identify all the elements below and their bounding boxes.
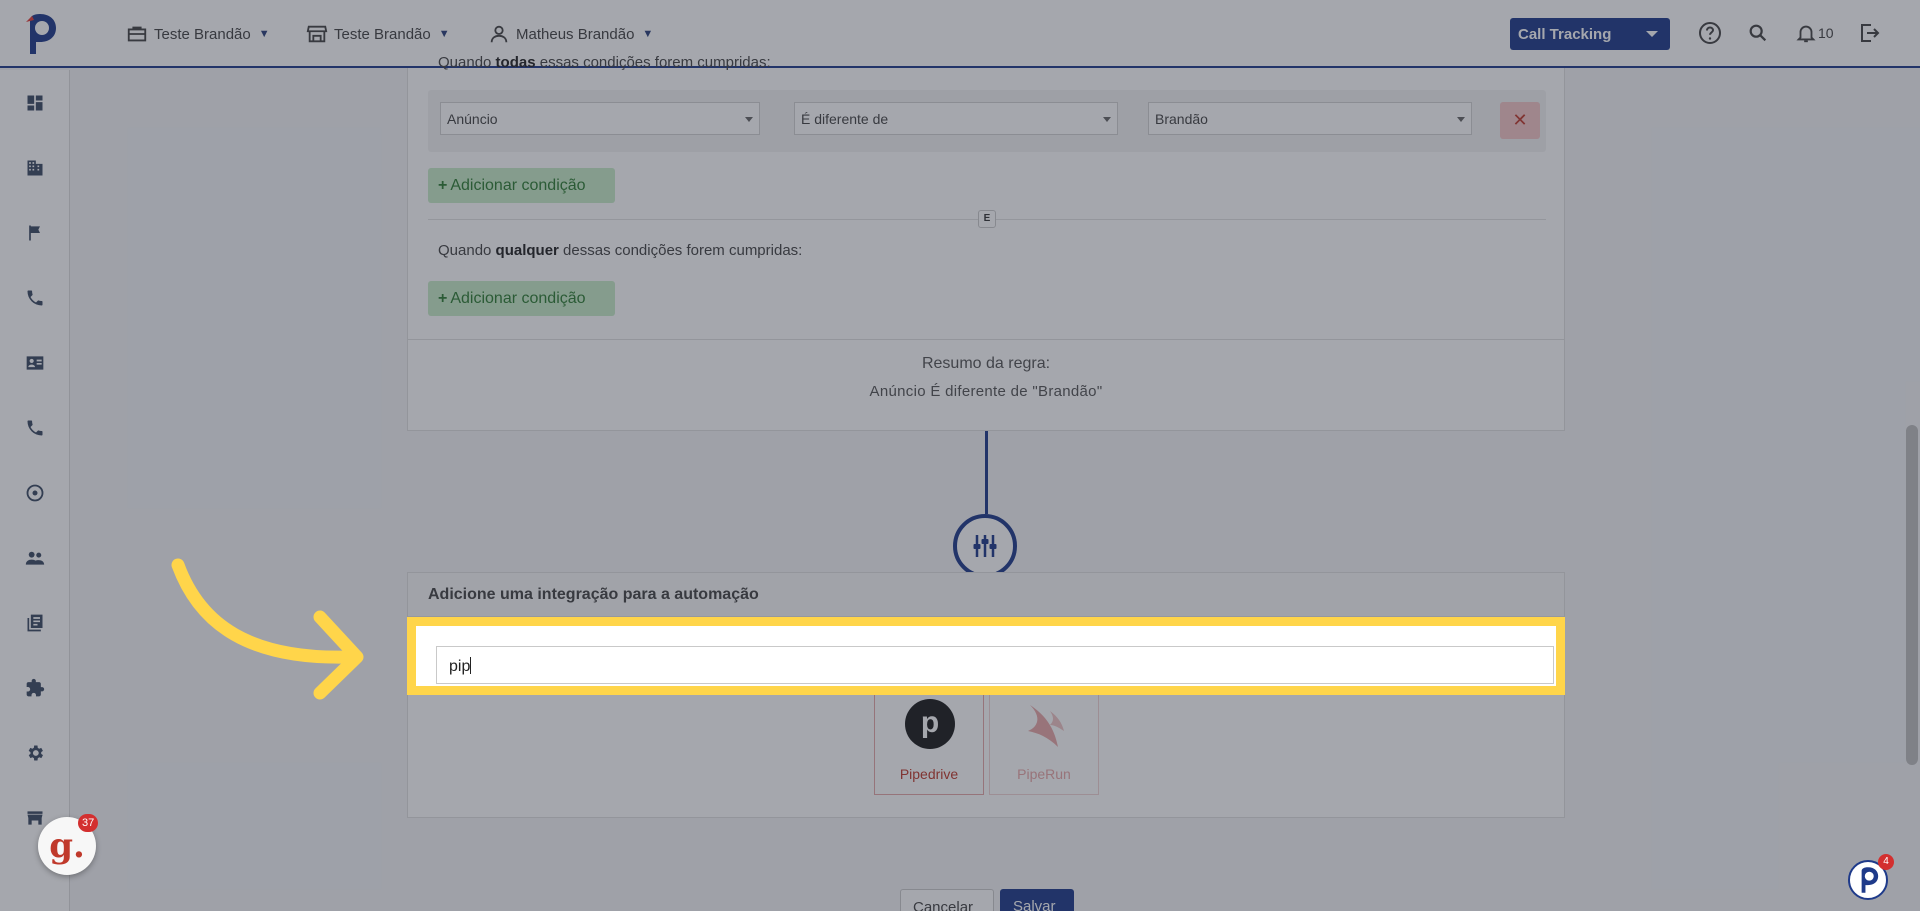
integration-search-input[interactable]: pip	[436, 646, 1554, 684]
text-cursor	[470, 657, 472, 674]
support-widget-count: 4	[1878, 854, 1894, 870]
integration-search-value: pip	[449, 658, 471, 675]
search-highlight: pip	[407, 617, 1565, 695]
g-widget-letter: g.	[49, 826, 85, 866]
tutorial-dim-overlay	[0, 0, 1920, 911]
tutorial-arrow-icon	[171, 558, 364, 700]
app-logo-icon	[1861, 867, 1879, 893]
g-widget-count: 37	[78, 814, 99, 832]
